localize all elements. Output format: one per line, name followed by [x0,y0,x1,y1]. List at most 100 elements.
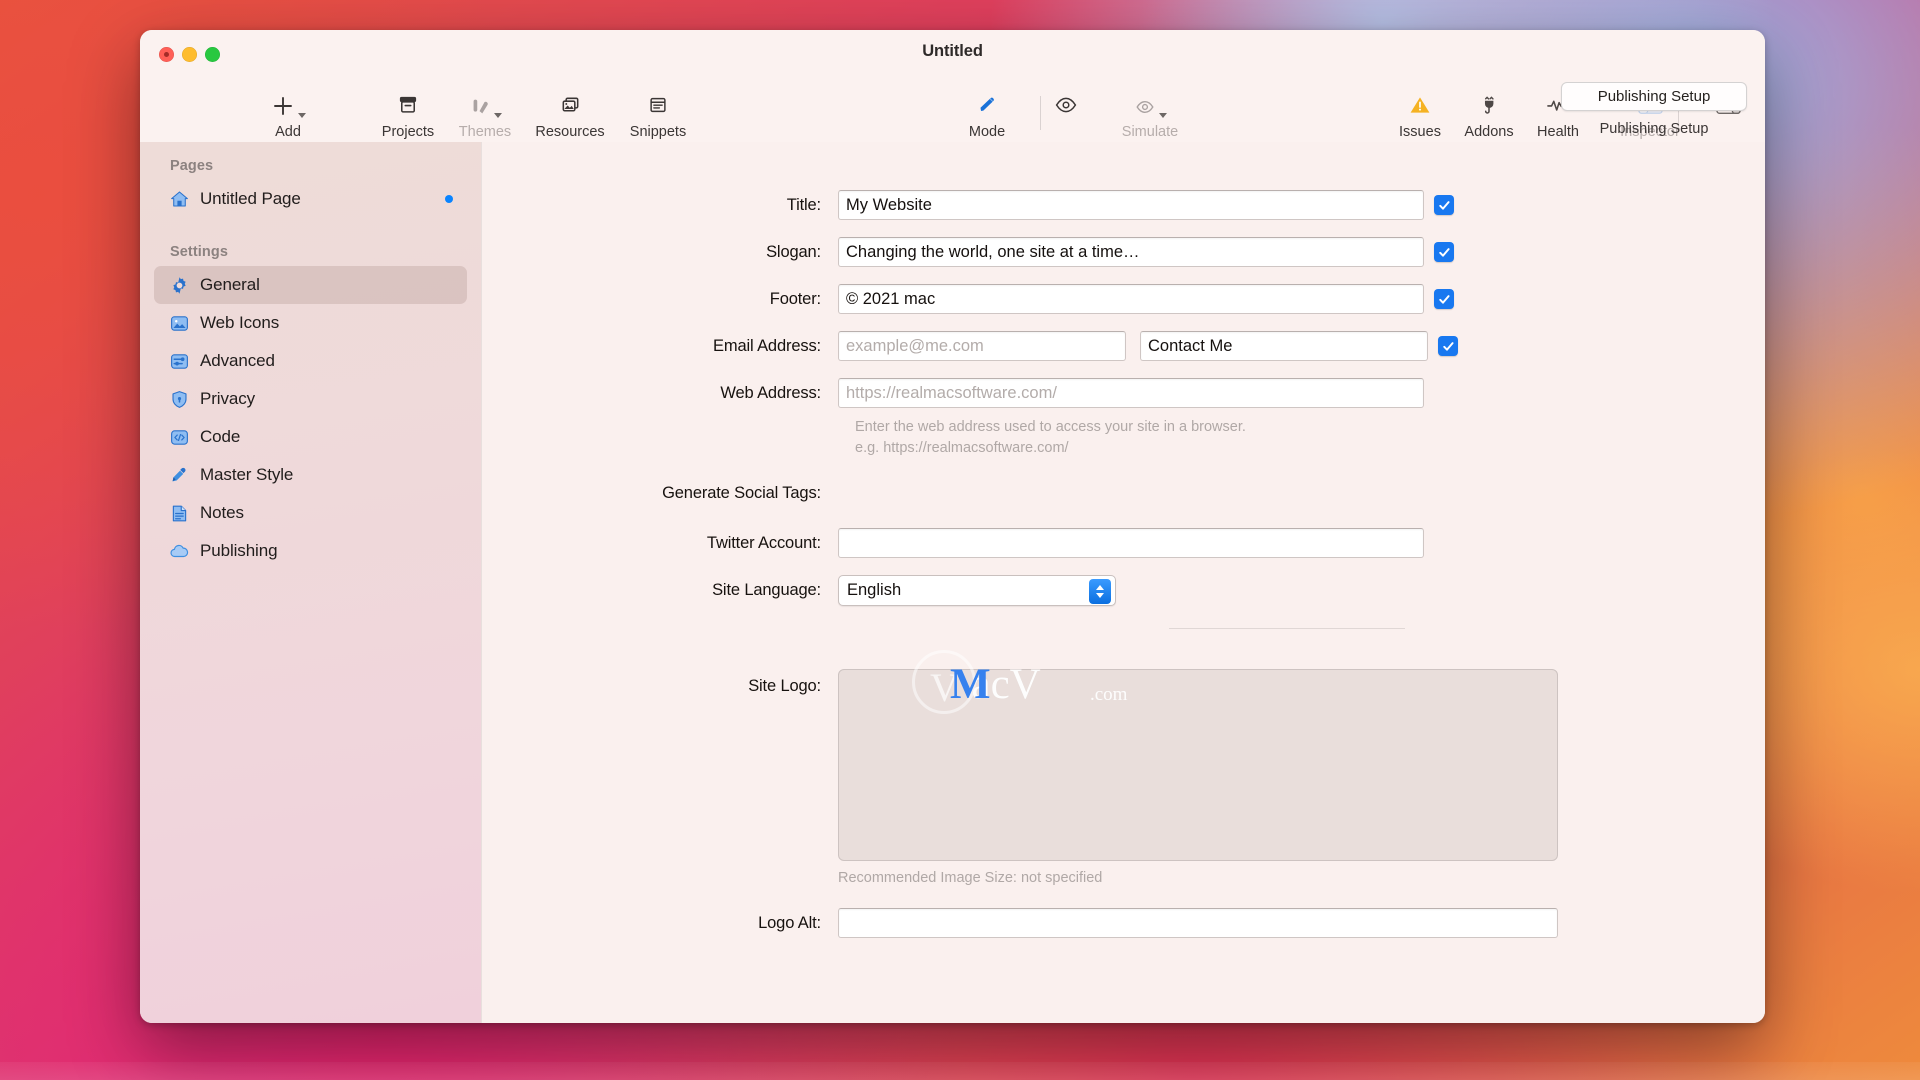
sidebar-item-master-style-label: Master Style [200,465,294,484]
generate-social-tags-label: Generate Social Tags: [662,483,821,502]
logo-alt-input[interactable] [838,908,1558,939]
footer-input[interactable]: © 2021 mac [838,284,1424,314]
toolbar-themes-label: Themes [458,124,512,140]
window-body: Pages Untitled Page Settings General Web… [140,142,1765,1023]
logo-alt-label: Logo Alt: [758,913,821,932]
unsaved-changes-dot [445,195,453,203]
sidebar-item-untitled-page[interactable]: Untitled Page [154,180,467,218]
web-address-hint-line2: e.g. https://realmacsoftware.com/ [855,439,1069,456]
sidebar-item-web-icons-label: Web Icons [200,313,280,332]
toolbar-issues-label: Issues [1399,124,1441,140]
toolbar-simulate-label: Simulate [1121,124,1179,140]
general-settings-panel: Title: My Website Slogan: Changing the w [481,142,1765,1023]
sidebar-item-notes-label: Notes [200,503,244,522]
title-label: Title: [786,195,821,214]
site-logo-label: Site Logo: [748,677,821,696]
sidebar-item-general[interactable]: General [154,266,467,304]
toolbar-preview[interactable] [1018,92,1114,118]
sidebar-item-privacy[interactable]: Privacy [154,380,467,418]
field-row-slogan: Slogan: Changing the world, one site at … [482,237,1765,267]
photo-icon [168,312,190,334]
sidebar-item-publishing-label: Publishing [200,541,278,560]
sidebar-item-code[interactable]: Code [154,418,467,456]
toolbar-projects-label: Projects [381,124,435,140]
toolbar-resources-label: Resources [535,124,605,140]
window-toolbar: Untitled Add Projects Themes Resources S… [140,30,1765,142]
sidebar-item-master-style[interactable]: Master Style [154,456,467,494]
toolbar-mode-label: Mode [968,124,1006,140]
desktop-background: Untitled Add Projects Themes Resources S… [0,0,1920,1080]
slogan-input[interactable]: Changing the world, one site at a time… [838,237,1424,267]
themes-icon [469,92,502,118]
field-row-site-language: Site Language: English [482,575,1765,607]
toolbar-addons-label: Addons [1464,124,1514,140]
archive-icon [397,92,419,118]
sidebar-item-privacy-label: Privacy [200,389,256,408]
cloud-icon [168,540,190,562]
site-logo-dropzone[interactable] [838,669,1558,862]
publishing-setup-caption: Publishing Setup [1599,121,1709,137]
gear-icon [168,274,190,296]
toolbar-snippets-label: Snippets [629,124,687,140]
sidebar-item-notes[interactable]: Notes [154,494,467,532]
toolbar-themes: Themes [437,92,533,140]
preview-eye-icon [1054,92,1078,118]
site-language-label: Site Language: [712,581,821,600]
field-row-twitter: Twitter Account: [482,528,1765,559]
sidebar-section-pages-header: Pages [170,158,214,174]
shield-icon [168,388,190,410]
sidebar-item-code-label: Code [200,427,241,446]
title-input[interactable]: My Website [838,190,1424,220]
images-icon [559,92,582,118]
plus-icon [271,92,306,118]
web-address-input[interactable]: https://realmacsoftware.com/ [838,378,1424,408]
field-row-web-address: Web Address: https://realmacsoftware.com… [482,378,1765,408]
sidebar-section-settings-header: Settings [170,244,228,260]
email-input[interactable]: example@me.com [838,331,1126,361]
field-row-site-logo: Site Logo: Recommended Image Size: not s… [482,669,1765,886]
dock-strip [0,1062,1920,1080]
sliders-icon [168,350,190,372]
chevron-updown-icon [1089,579,1111,605]
field-row-footer: Footer: © 2021 mac [482,284,1765,314]
sidebar-item-general-label: General [200,275,260,294]
chevron-down-icon [297,113,306,118]
window-title: Untitled [922,42,983,60]
eyedropper-icon [168,464,190,486]
email-link-text-input[interactable]: Contact Me [1140,331,1428,361]
slogan-label: Slogan: [766,242,821,261]
sidebar-item-web-icons[interactable]: Web Icons [154,304,467,342]
site-language-select[interactable]: English [838,575,1116,607]
general-settings-form: Title: My Website Slogan: Changing the w [482,142,1765,955]
chevron-down-icon [1158,113,1167,118]
field-row-email: Email Address: example@me.com Contact Me [482,331,1765,361]
toolbar-snippets[interactable]: Snippets [610,92,706,140]
sidebar-item-advanced-label: Advanced [200,351,275,370]
slogan-checkbox[interactable] [1434,242,1454,262]
toolbar-add-label: Add [275,124,301,140]
footer-checkbox[interactable] [1434,289,1454,309]
sidebar-item-advanced[interactable]: Advanced [154,342,467,380]
site-logo-hint: Recommended Image Size: not specified [838,870,1103,887]
pencil-icon [976,92,998,118]
twitter-account-input[interactable] [838,528,1424,559]
publishing-setup-button-label: Publishing Setup [1597,88,1711,105]
sidebar: Pages Untitled Page Settings General Web… [140,142,481,1023]
field-row-logo-alt: Logo Alt: [482,908,1765,939]
plug-icon [1478,92,1500,118]
sidebar-item-publishing[interactable]: Publishing [154,532,467,570]
title-checkbox[interactable] [1434,195,1454,215]
chevron-down-icon [493,113,502,118]
email-checkbox[interactable] [1438,336,1458,356]
toolbar-resources[interactable]: Resources [522,92,618,140]
section-divider [1169,628,1405,630]
snippets-icon [647,92,669,118]
site-language-value: English [847,581,902,600]
web-address-hint-line1: Enter the web address used to access you… [855,419,1246,435]
home-icon [168,188,190,210]
toolbar-simulate: Simulate [1102,92,1198,140]
publishing-setup-button[interactable]: Publishing Setup [1561,82,1747,111]
sidebar-item-untitled-page-label: Untitled Page [200,189,301,208]
code-icon [168,426,190,448]
toolbar-add[interactable]: Add [240,92,336,140]
